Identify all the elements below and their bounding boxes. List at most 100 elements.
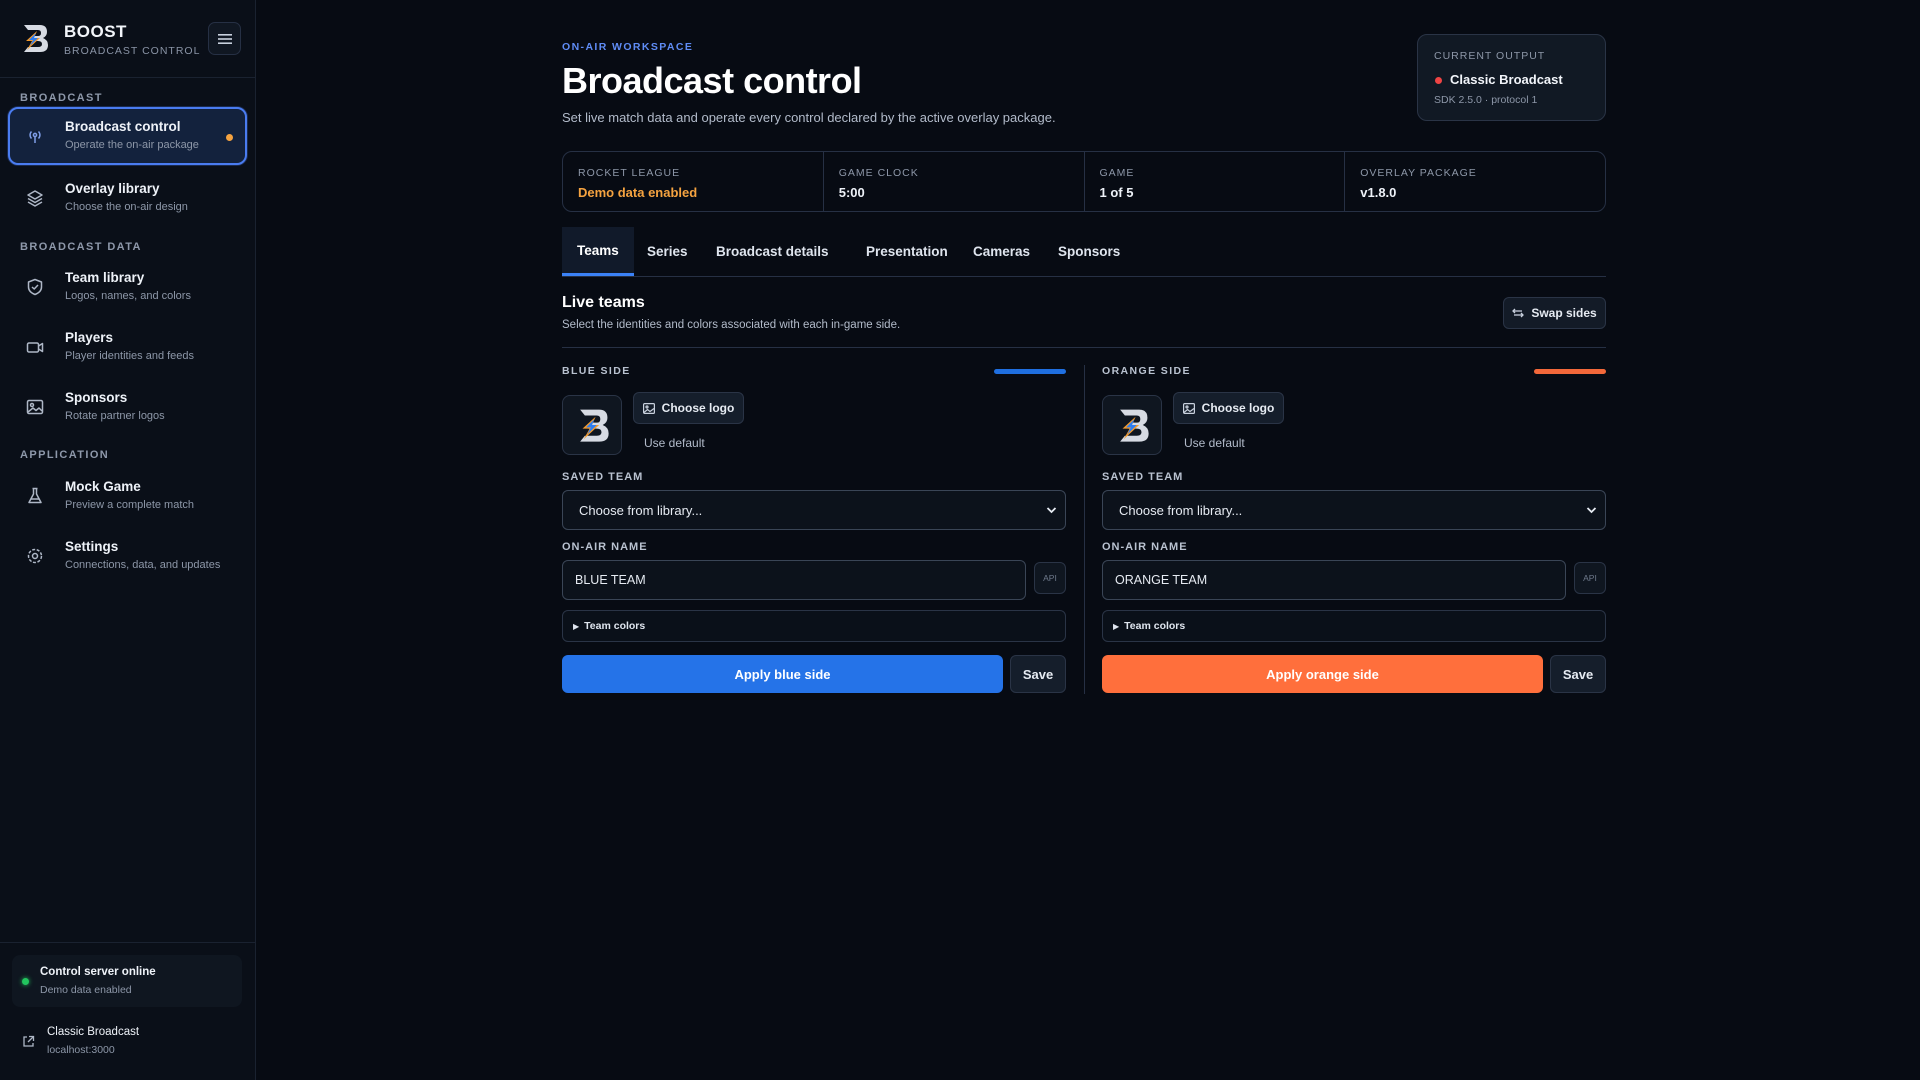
sidebar-item-title: Team library: [65, 270, 145, 285]
sidebar-item-title: Settings: [65, 539, 119, 554]
sidebar-item-players[interactable]: Players Player identities and feeds: [8, 318, 247, 376]
apply-blue-side-button[interactable]: Apply blue side: [562, 655, 1003, 693]
api-binding-button[interactable]: API: [1574, 562, 1606, 594]
menu-button[interactable]: [208, 22, 241, 55]
sidebar-item-sponsors[interactable]: Sponsors Rotate partner logos: [8, 378, 247, 436]
team-colors-label: Team colors: [1124, 620, 1186, 632]
sidebar-item-subtitle: Player identities and feeds: [65, 350, 195, 362]
choose-logo-button[interactable]: Choose logo: [1173, 392, 1284, 424]
brand-name: BOOST: [64, 22, 127, 41]
stat-label: OVERLAY PACKAGE: [1360, 167, 1477, 179]
image-icon: [26, 399, 44, 415]
saved-team-select[interactable]: Choose from library...: [562, 490, 1066, 530]
main-content: ON-AIR WORKSPACE Broadcast control Set l…: [562, 0, 1606, 1080]
flask-icon: [28, 487, 42, 504]
on-air-name-label: ON-AIR NAME: [562, 541, 648, 553]
section-label-broadcast-data: BROADCAST DATA: [20, 241, 142, 253]
current-output-label: CURRENT OUTPUT: [1434, 50, 1546, 62]
caret-right-icon: ▶: [573, 621, 580, 631]
section-label-application: APPLICATION: [20, 449, 110, 461]
choose-logo-button[interactable]: Choose logo: [633, 392, 744, 424]
choose-logo-label: Choose logo: [661, 401, 735, 415]
shield-icon: [27, 278, 43, 296]
current-output-title: Classic Broadcast: [1450, 72, 1563, 87]
side-label: BLUE SIDE: [562, 365, 631, 377]
active-indicator-dot: [226, 134, 233, 141]
stat-value: 5:00: [838, 185, 865, 200]
stat-overlay-package: OVERLAY PACKAGE v1.8.0: [1345, 152, 1605, 211]
team-colors-toggle[interactable]: ▶ Team colors: [1102, 610, 1606, 642]
tab-series[interactable]: Series: [632, 227, 703, 276]
status-subtitle: Demo data enabled: [40, 984, 132, 996]
image-icon: [642, 402, 655, 414]
use-default-logo-button[interactable]: Use default: [1184, 436, 1245, 450]
server-status-card: Control server online Demo data enabled: [12, 955, 242, 1007]
tab-presentation[interactable]: Presentation: [851, 227, 963, 276]
saved-team-label: SAVED TEAM: [562, 471, 644, 483]
swap-arrows-icon: [1512, 308, 1525, 318]
stat-game-source: ROCKET LEAGUE Demo data enabled: [563, 152, 824, 211]
sidebar-item-title: Overlay library: [65, 181, 160, 196]
output-link-subtitle: localhost:3000: [47, 1044, 115, 1056]
tab-sponsors[interactable]: Sponsors: [1043, 227, 1135, 276]
side-color-bar: [1534, 369, 1606, 374]
stat-label: GAME: [1099, 167, 1135, 179]
output-status-dot: [1435, 77, 1442, 84]
page-title: Broadcast control: [562, 60, 862, 101]
tab-broadcast-details[interactable]: Broadcast details: [701, 227, 844, 276]
section-divider: [562, 347, 1606, 348]
stat-game-clock: GAME CLOCK 5:00: [824, 152, 1085, 211]
swap-sides-button[interactable]: Swap sides: [1503, 297, 1606, 329]
save-orange-team-button[interactable]: Save: [1550, 655, 1606, 693]
tab-cameras[interactable]: Cameras: [958, 227, 1045, 276]
open-output-link[interactable]: Classic Broadcast localhost:3000: [20, 1023, 240, 1063]
boost-logo-icon: [580, 409, 609, 442]
swap-sides-label: Swap sides: [1531, 306, 1597, 320]
apply-orange-side-button[interactable]: Apply orange side: [1102, 655, 1543, 693]
sidebar-item-subtitle: Choose the on-air design: [65, 201, 188, 213]
tab-teams[interactable]: Teams: [562, 227, 634, 276]
section-title: Live teams: [562, 294, 645, 311]
side-color-bar: [994, 369, 1066, 374]
external-link-icon: [23, 1035, 35, 1047]
sidebar-item-subtitle: Logos, names, and colors: [65, 290, 191, 302]
save-blue-team-button[interactable]: Save: [1010, 655, 1066, 693]
sidebar-item-title: Broadcast control: [65, 119, 181, 134]
blue-side-panel: BLUE SIDE Choose logo Use default SAVED …: [562, 365, 1066, 695]
sidebar-item-mock-game[interactable]: Mock Game Preview a complete match: [8, 467, 247, 525]
sidebar-item-subtitle: Operate the on-air package: [65, 139, 199, 151]
on-air-name-input[interactable]: [1102, 560, 1566, 600]
sidebar-item-broadcast-control[interactable]: Broadcast control Operate the on-air pac…: [8, 107, 247, 165]
sidebar-divider: [0, 77, 255, 78]
stat-game-number: GAME 1 of 5: [1085, 152, 1346, 211]
orange-side-panel: ORANGE SIDE Choose logo Use default SAVE…: [1102, 365, 1606, 695]
team-colors-label: Team colors: [584, 620, 646, 632]
sidebar-item-overlay-library[interactable]: Overlay library Choose the on-air design: [8, 169, 247, 227]
on-air-name-input[interactable]: [562, 560, 1026, 600]
camera-icon: [26, 342, 44, 353]
sidebar: BOOST BROADCAST CONTROL BROADCAST Broadc…: [0, 0, 256, 1080]
stat-label: ROCKET LEAGUE: [578, 167, 681, 179]
sidebar-item-subtitle: Rotate partner logos: [65, 410, 165, 422]
saved-team-label: SAVED TEAM: [1102, 471, 1184, 483]
stat-label: GAME CLOCK: [838, 167, 919, 179]
team-colors-toggle[interactable]: ▶ Team colors: [562, 610, 1066, 642]
current-output-card: CURRENT OUTPUT Classic Broadcast SDK 2.5…: [1417, 34, 1606, 121]
api-binding-button[interactable]: API: [1034, 562, 1066, 594]
layers-icon: [27, 190, 43, 207]
on-air-name-label: ON-AIR NAME: [1102, 541, 1188, 553]
brand-subtitle: BROADCAST CONTROL: [64, 45, 201, 57]
saved-team-select[interactable]: Choose from library...: [1102, 490, 1606, 530]
output-link-title: Classic Broadcast: [47, 1026, 140, 1038]
sidebar-bottom-divider: [0, 942, 255, 943]
sidebar-item-team-library[interactable]: Team library Logos, names, and colors: [8, 258, 247, 316]
use-default-logo-button[interactable]: Use default: [644, 436, 705, 450]
team-logo-preview: [1102, 395, 1162, 455]
saved-team-value: Choose from library...: [1119, 502, 1243, 518]
choose-logo-label: Choose logo: [1201, 401, 1275, 415]
stat-value: v1.8.0: [1360, 185, 1397, 200]
caret-right-icon: ▶: [1113, 621, 1120, 631]
current-output-subtitle: SDK 2.5.0 · protocol 1: [1434, 94, 1538, 106]
sidebar-item-settings[interactable]: Settings Connections, data, and updates: [8, 527, 247, 585]
page-eyebrow: ON-AIR WORKSPACE: [562, 41, 694, 53]
